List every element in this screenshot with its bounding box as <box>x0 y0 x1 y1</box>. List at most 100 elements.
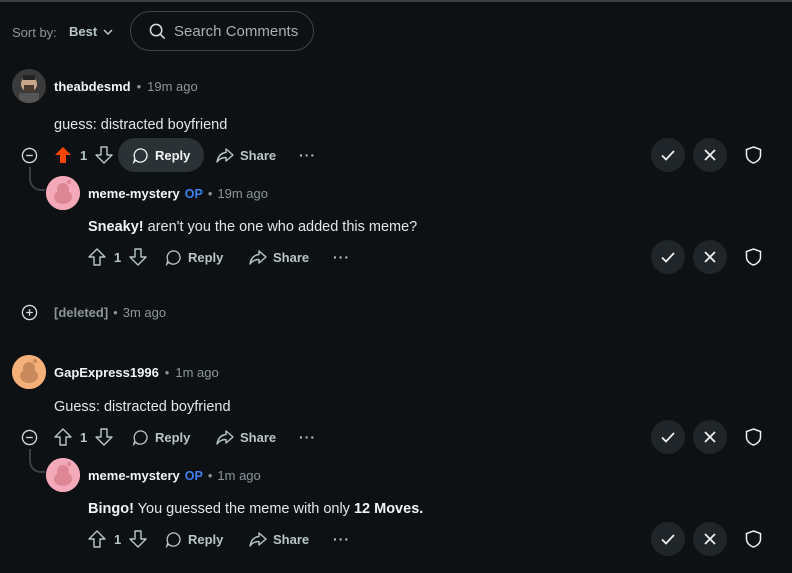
downvote-icon[interactable] <box>129 530 147 548</box>
more-options-button[interactable]: ··· <box>299 420 316 454</box>
reply-label: Reply <box>155 429 191 445</box>
collapse-button[interactable] <box>21 147 38 169</box>
username[interactable]: meme-mystery <box>88 468 180 483</box>
avatar[interactable] <box>46 176 80 210</box>
reply-body-bold: Bingo! <box>88 501 134 517</box>
mod-shield-button[interactable] <box>745 146 762 169</box>
mod-shield-button[interactable] <box>745 530 762 553</box>
timestamp[interactable]: 1m ago <box>217 468 260 483</box>
close-icon <box>704 149 716 161</box>
thread-line <box>29 449 45 473</box>
minus-circle-icon <box>21 429 38 446</box>
checkmark-icon <box>661 150 675 161</box>
vote-count: 1 <box>114 249 122 265</box>
close-icon <box>704 431 716 443</box>
reply-button[interactable]: Reply <box>132 420 190 454</box>
approve-button[interactable] <box>651 138 685 172</box>
vote-bar: 1 <box>54 420 113 454</box>
reply-button[interactable]: Reply <box>165 522 223 556</box>
downvote-icon[interactable] <box>95 146 113 164</box>
chevron-down-icon <box>103 28 113 35</box>
op-badge: OP <box>184 468 203 483</box>
approve-button[interactable] <box>651 420 685 454</box>
close-icon <box>704 533 716 545</box>
comment-icon <box>132 429 148 446</box>
checkmark-icon <box>661 252 675 263</box>
vote-count: 1 <box>80 147 88 163</box>
remove-button[interactable] <box>693 240 727 274</box>
share-icon <box>249 250 267 265</box>
search-input[interactable]: Search Comments <box>130 11 314 51</box>
avatar[interactable] <box>12 69 46 103</box>
username[interactable]: theabdesmd <box>54 79 131 94</box>
shield-icon <box>745 428 762 446</box>
username[interactable]: meme-mystery <box>88 186 180 201</box>
close-icon <box>704 251 716 263</box>
snoo-avatar-icon <box>46 176 80 210</box>
approve-button[interactable] <box>651 240 685 274</box>
more-options-button[interactable]: ··· <box>333 240 350 274</box>
op-badge: OP <box>184 186 203 201</box>
remove-button[interactable] <box>693 138 727 172</box>
downvote-icon[interactable] <box>129 248 147 266</box>
vote-bar: 1 <box>88 240 147 274</box>
reply-button[interactable]: Reply <box>165 240 223 274</box>
plus-circle-icon <box>21 304 38 321</box>
share-button[interactable]: Share <box>249 240 309 274</box>
reply-body-text: aren't you the one who added this meme? <box>143 219 418 235</box>
upvote-icon[interactable] <box>88 530 106 548</box>
reply-header: meme-mystery OP • 19m ago <box>88 186 268 201</box>
comment-icon <box>132 147 148 164</box>
comment-body: Guess: distracted boyfriend <box>54 399 231 415</box>
comment-body: guess: distracted boyfriend <box>54 117 228 133</box>
collapse-button[interactable] <box>21 429 38 451</box>
upvote-icon[interactable] <box>54 428 72 446</box>
reply-label: Reply <box>188 249 224 265</box>
timestamp[interactable]: 19m ago <box>217 186 268 201</box>
search-placeholder: Search Comments <box>174 22 299 40</box>
sort-value: Best <box>69 24 98 39</box>
remove-button[interactable] <box>693 522 727 556</box>
reply-button[interactable]: Reply <box>118 138 205 172</box>
timestamp[interactable]: 3m ago <box>123 305 166 320</box>
reply-body-bold: Sneaky! <box>88 219 144 235</box>
share-button[interactable]: Share <box>249 522 309 556</box>
avatar[interactable] <box>12 355 46 389</box>
mod-shield-button[interactable] <box>745 248 762 271</box>
more-options-button[interactable]: ··· <box>299 138 316 172</box>
upvote-icon[interactable] <box>88 248 106 266</box>
sort-dropdown[interactable]: Best <box>69 24 113 39</box>
vote-bar: 1 <box>88 522 147 556</box>
reply-label: Reply <box>155 147 191 163</box>
comment-icon <box>165 531 181 548</box>
username[interactable]: GapExpress1996 <box>54 365 159 380</box>
snoo-avatar-icon <box>46 458 80 492</box>
top-border <box>0 0 792 2</box>
downvote-icon[interactable] <box>95 428 113 446</box>
reply-body: Bingo! You guessed the meme with only 12… <box>88 501 423 517</box>
minus-circle-icon <box>21 147 38 164</box>
comment-header: theabdesmd • 19m ago <box>54 79 198 94</box>
share-icon <box>216 148 234 163</box>
deleted-comment-header[interactable]: [deleted] • 3m ago <box>54 305 166 320</box>
upvote-icon[interactable] <box>54 146 72 164</box>
mod-shield-button[interactable] <box>745 428 762 451</box>
vote-count: 1 <box>114 531 122 547</box>
share-label: Share <box>273 531 310 547</box>
remove-button[interactable] <box>693 420 727 454</box>
timestamp[interactable]: 1m ago <box>175 365 218 380</box>
shield-icon <box>745 530 762 548</box>
share-button[interactable]: Share <box>216 138 276 172</box>
reply-body: Sneaky! aren't you the one who added thi… <box>88 219 417 235</box>
thread-line <box>29 167 45 191</box>
share-button[interactable]: Share <box>216 420 276 454</box>
approve-button[interactable] <box>651 522 685 556</box>
vote-count: 1 <box>80 429 88 445</box>
shield-icon <box>745 248 762 266</box>
comment-header: GapExpress1996 • 1m ago <box>54 365 219 380</box>
avatar[interactable] <box>46 458 80 492</box>
search-icon <box>149 23 166 39</box>
timestamp[interactable]: 19m ago <box>147 79 198 94</box>
expand-button[interactable] <box>21 304 38 326</box>
more-options-button[interactable]: ··· <box>333 522 350 556</box>
